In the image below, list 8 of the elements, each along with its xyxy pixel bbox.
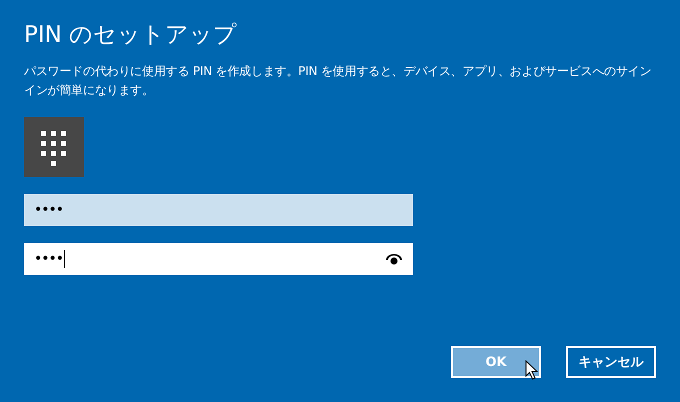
pin-field[interactable]: ••••: [24, 194, 413, 226]
dialog-title: PIN のセットアップ: [24, 21, 238, 50]
mouse-cursor-icon: [525, 360, 539, 380]
cancel-button[interactable]: キャンセル: [566, 346, 656, 378]
eye-icon[interactable]: [385, 253, 403, 265]
description-text: パスワードの代わりに使用する PIN を作成します。PIN を使用すると、デバイス、アプリ、およびサービスへのサインインが簡単になります。: [24, 63, 652, 99]
keypad-icon: [24, 117, 84, 177]
pin-field[interactable]: ••••: [24, 243, 413, 275]
